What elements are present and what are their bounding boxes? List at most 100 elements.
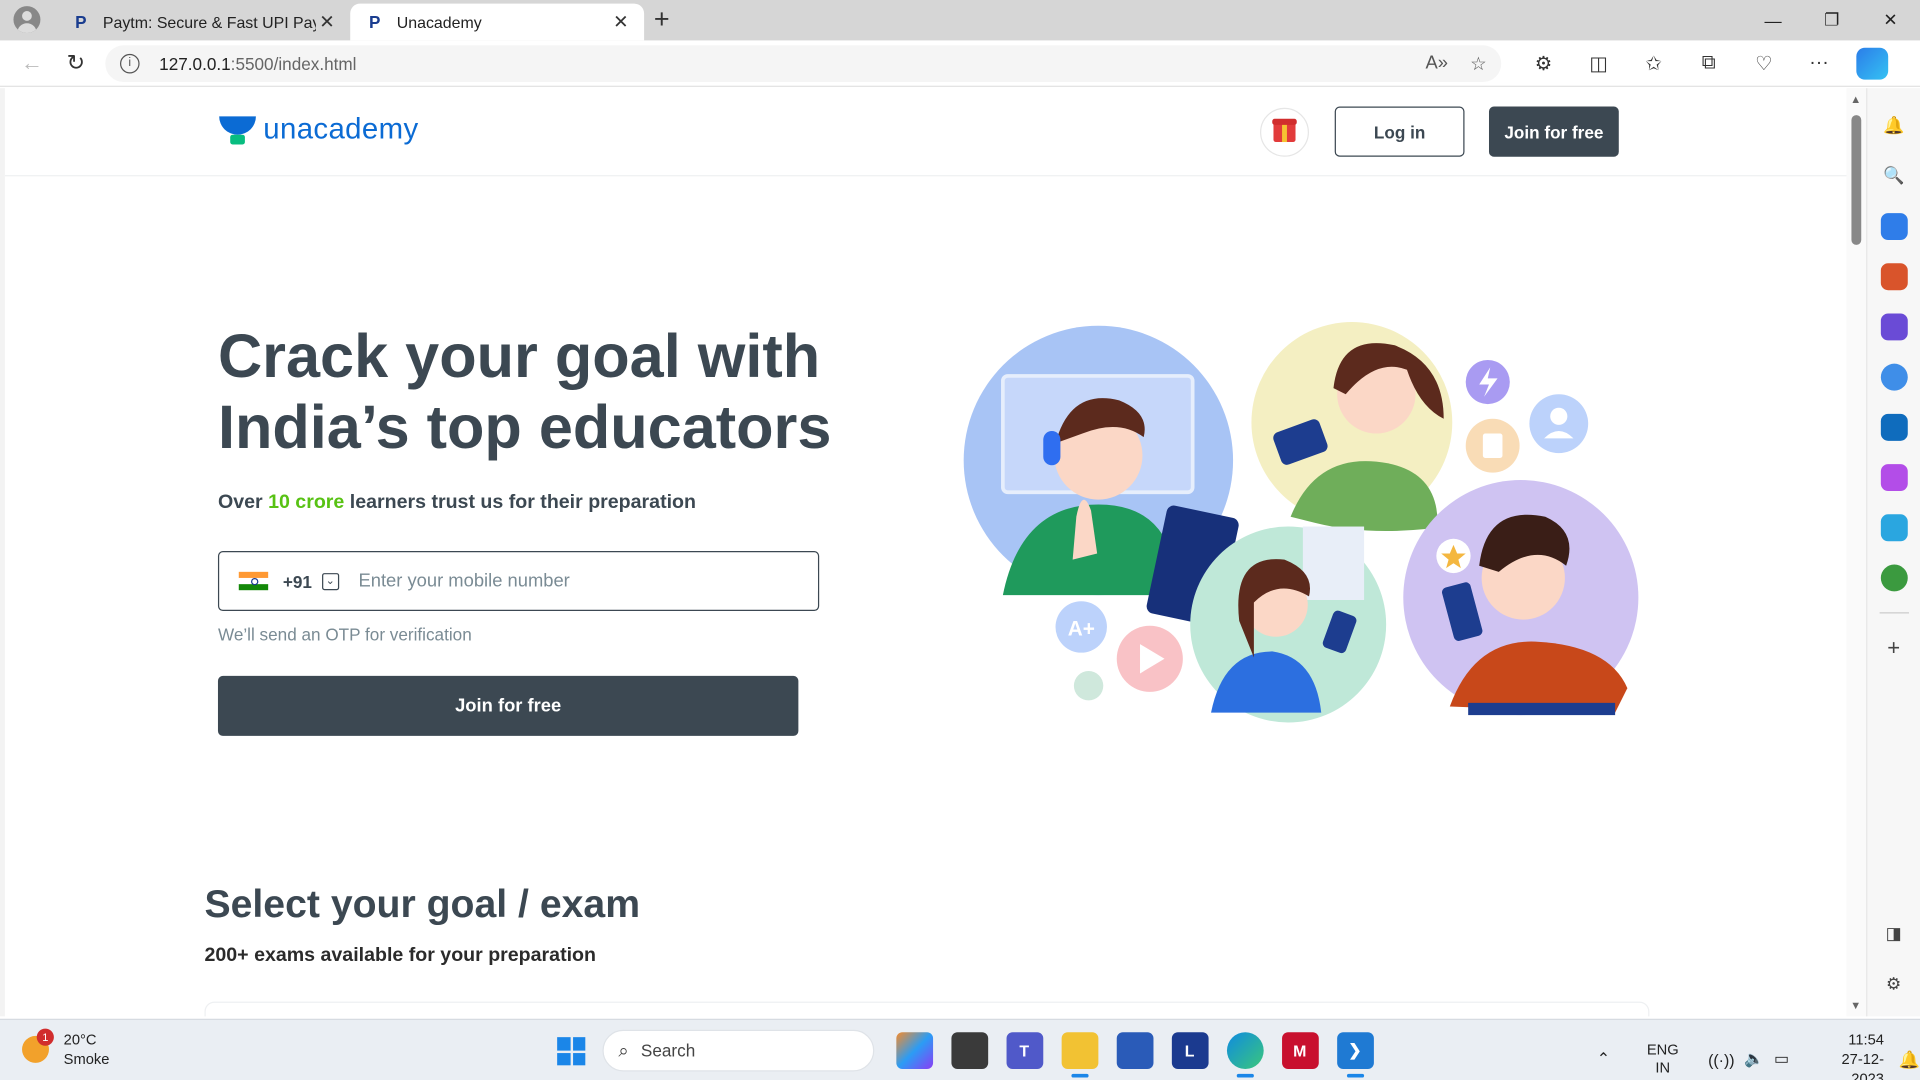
tab-close-icon[interactable]: ✕ bbox=[610, 11, 632, 33]
india-flag-icon bbox=[238, 571, 269, 591]
terminal-app-icon[interactable] bbox=[950, 1032, 988, 1069]
svg-text:A+: A+ bbox=[1068, 618, 1095, 641]
wifi-icon[interactable]: ((·)) bbox=[1708, 1050, 1735, 1068]
split-screen-icon[interactable]: ◫ bbox=[1571, 51, 1626, 75]
mobile-number-input[interactable] bbox=[358, 570, 818, 592]
hero-join-button[interactable]: Join for free bbox=[217, 675, 799, 736]
favorite-star-icon[interactable]: ☆ bbox=[1470, 52, 1486, 74]
language-indicator[interactable]: ENG IN bbox=[1647, 1041, 1679, 1078]
windows-taskbar: 1 20°C Smoke ⌕ Search T L M ❯ ⌃ ENG IN ((·… bbox=[0, 1018, 1920, 1080]
games-icon[interactable] bbox=[1880, 312, 1908, 340]
new-tab-icon[interactable]: + bbox=[654, 3, 670, 35]
hero-illustration: A+ bbox=[963, 322, 1639, 723]
dot-decoration bbox=[1073, 671, 1104, 701]
shopping-tag-icon[interactable] bbox=[1880, 212, 1908, 240]
battery-icon[interactable]: ▭ bbox=[1774, 1049, 1789, 1069]
book-shape bbox=[1468, 702, 1616, 716]
windows-start-icon[interactable] bbox=[557, 1037, 586, 1066]
microsoft-365-icon[interactable] bbox=[1880, 363, 1908, 391]
tab-paytm[interactable]: P Paytm: Secure & Fast UPI Payments ✕ bbox=[56, 4, 350, 41]
scroll-thumb[interactable] bbox=[1851, 115, 1862, 245]
url-text[interactable]: 127.0.0.1:5500/index.html bbox=[159, 53, 1403, 73]
profile-icon bbox=[13, 5, 41, 33]
send-icon[interactable] bbox=[1880, 513, 1908, 541]
unacademy-favicon-icon: P bbox=[368, 12, 381, 32]
phone-field: +91 ⌄ bbox=[217, 551, 820, 612]
extensions-icon[interactable]: ⚙ bbox=[1516, 51, 1571, 75]
sidebar-settings-gear-icon[interactable]: ⚙ bbox=[1880, 970, 1907, 997]
designer-icon[interactable] bbox=[1880, 463, 1908, 491]
scroll-up-icon[interactable]: ▲ bbox=[1850, 93, 1861, 105]
volume-icon[interactable]: 🔈 bbox=[1744, 1049, 1764, 1069]
url-bar[interactable]: i 127.0.0.1:5500/index.html A» ☆ bbox=[105, 44, 1502, 82]
page-scrollbar[interactable]: ▲ ▼ bbox=[1846, 88, 1867, 1017]
site-info-icon[interactable]: i bbox=[120, 53, 140, 73]
back-icon[interactable]: ← bbox=[10, 45, 54, 82]
learners-count: 10 crore bbox=[268, 492, 345, 514]
logo-text: unacademy bbox=[263, 112, 419, 146]
read-aloud-icon[interactable]: A» bbox=[1426, 53, 1448, 74]
logo-mark-icon bbox=[219, 114, 256, 146]
chevron-up-icon[interactable]: ⌃ bbox=[1597, 1049, 1610, 1069]
unacademy-logo[interactable]: unacademy bbox=[219, 113, 418, 147]
minimize-icon[interactable]: — bbox=[1744, 0, 1803, 40]
country-code[interactable]: +91 bbox=[283, 571, 312, 591]
teams-app-icon[interactable]: T bbox=[1005, 1032, 1043, 1069]
paytm-favicon-icon: P bbox=[75, 12, 87, 32]
tab-unacademy[interactable]: P Unacademy ✕ bbox=[350, 3, 645, 41]
close-window-icon[interactable]: ✕ bbox=[1861, 0, 1920, 40]
refresh-icon[interactable]: ↻ bbox=[54, 45, 98, 82]
tab-title: Paytm: Secure & Fast UPI Payments bbox=[102, 12, 316, 32]
notification-bell-icon[interactable]: 🔔 bbox=[1899, 1049, 1920, 1070]
search-icon[interactable]: 🔍 bbox=[1880, 162, 1907, 189]
add-sidebar-app-icon[interactable]: + bbox=[1880, 635, 1907, 662]
outlook-icon[interactable] bbox=[1880, 413, 1908, 441]
chevron-down-icon[interactable]: ⌄ bbox=[321, 572, 339, 590]
edge-app-icon[interactable] bbox=[1226, 1032, 1264, 1078]
hero-subtitle: Over 10 crore learners trust us for thei… bbox=[217, 492, 696, 514]
system-tray: ⌃ ENG IN ((·)) 🔈 ▭ 11:54 27-12-2023 🔔 bbox=[1592, 1030, 1920, 1080]
site-header: unacademy Log in Join for free bbox=[4, 88, 1847, 177]
notifications-bell-icon[interactable]: 🔔 bbox=[1880, 112, 1907, 139]
copilot-app-icon[interactable] bbox=[895, 1032, 933, 1069]
hero-title: Crack your goal with India’s top educato… bbox=[217, 322, 832, 462]
favorites-icon[interactable]: ✩ bbox=[1626, 51, 1681, 75]
header-join-button[interactable]: Join for free bbox=[1488, 106, 1619, 157]
taskbar-search-label: Search bbox=[640, 1040, 696, 1061]
file-explorer-icon[interactable] bbox=[1061, 1032, 1098, 1078]
login-button[interactable]: Log in bbox=[1334, 106, 1465, 157]
store-app-icon[interactable] bbox=[1116, 1032, 1153, 1069]
restore-icon[interactable]: ❐ bbox=[1802, 0, 1861, 40]
l-app-icon[interactable]: L bbox=[1171, 1032, 1208, 1069]
page-viewport: unacademy Log in Join for free Crack you… bbox=[0, 88, 1847, 1017]
weather-temp: 20°C bbox=[63, 1031, 97, 1049]
browser-essentials-icon[interactable]: ♡ bbox=[1736, 51, 1791, 75]
goal-section-subtitle: 200+ exams available for your preparatio… bbox=[204, 945, 596, 967]
hide-sidebar-icon[interactable]: ◨ bbox=[1880, 920, 1907, 947]
tab-title: Unacademy bbox=[396, 12, 482, 32]
gift-button[interactable] bbox=[1260, 107, 1309, 157]
browser-tools: ⚙ ◫ ✩ ⧉ ♡ ··· bbox=[1516, 51, 1847, 75]
profile-button[interactable] bbox=[10, 2, 44, 36]
copilot-icon[interactable] bbox=[1856, 47, 1889, 79]
taskbar-apps: T L M ❯ bbox=[887, 1032, 1383, 1078]
weather-widget[interactable]: 1 20°C Smoke bbox=[22, 1028, 110, 1069]
window-shape bbox=[1302, 526, 1365, 601]
weather-sun-icon: 1 bbox=[22, 1028, 54, 1063]
vscode-app-icon[interactable]: ❯ bbox=[1336, 1032, 1374, 1078]
mcafee-app-icon[interactable]: M bbox=[1281, 1032, 1319, 1069]
scroll-down-icon[interactable]: ▼ bbox=[1850, 999, 1861, 1011]
window-controls: — ❐ ✕ bbox=[1744, 0, 1920, 40]
taskbar-search[interactable]: ⌕ Search bbox=[602, 1029, 875, 1072]
collections-icon[interactable]: ⧉ bbox=[1681, 52, 1736, 74]
headphone-shape bbox=[1043, 431, 1061, 466]
tools-briefcase-icon[interactable] bbox=[1880, 262, 1908, 290]
more-menu-icon[interactable]: ··· bbox=[1791, 52, 1846, 74]
weather-alert-badge: 1 bbox=[36, 1028, 54, 1046]
edge-sidebar: 🔔 🔍 + ◨ ⚙ bbox=[1866, 88, 1920, 1017]
search-icon: ⌕ bbox=[618, 1040, 629, 1062]
tab-close-icon[interactable]: ✕ bbox=[316, 11, 338, 33]
weather-desc: Smoke bbox=[63, 1050, 110, 1068]
tree-icon[interactable] bbox=[1880, 563, 1908, 591]
clock[interactable]: 11:54 27-12-2023 bbox=[1816, 1030, 1883, 1080]
